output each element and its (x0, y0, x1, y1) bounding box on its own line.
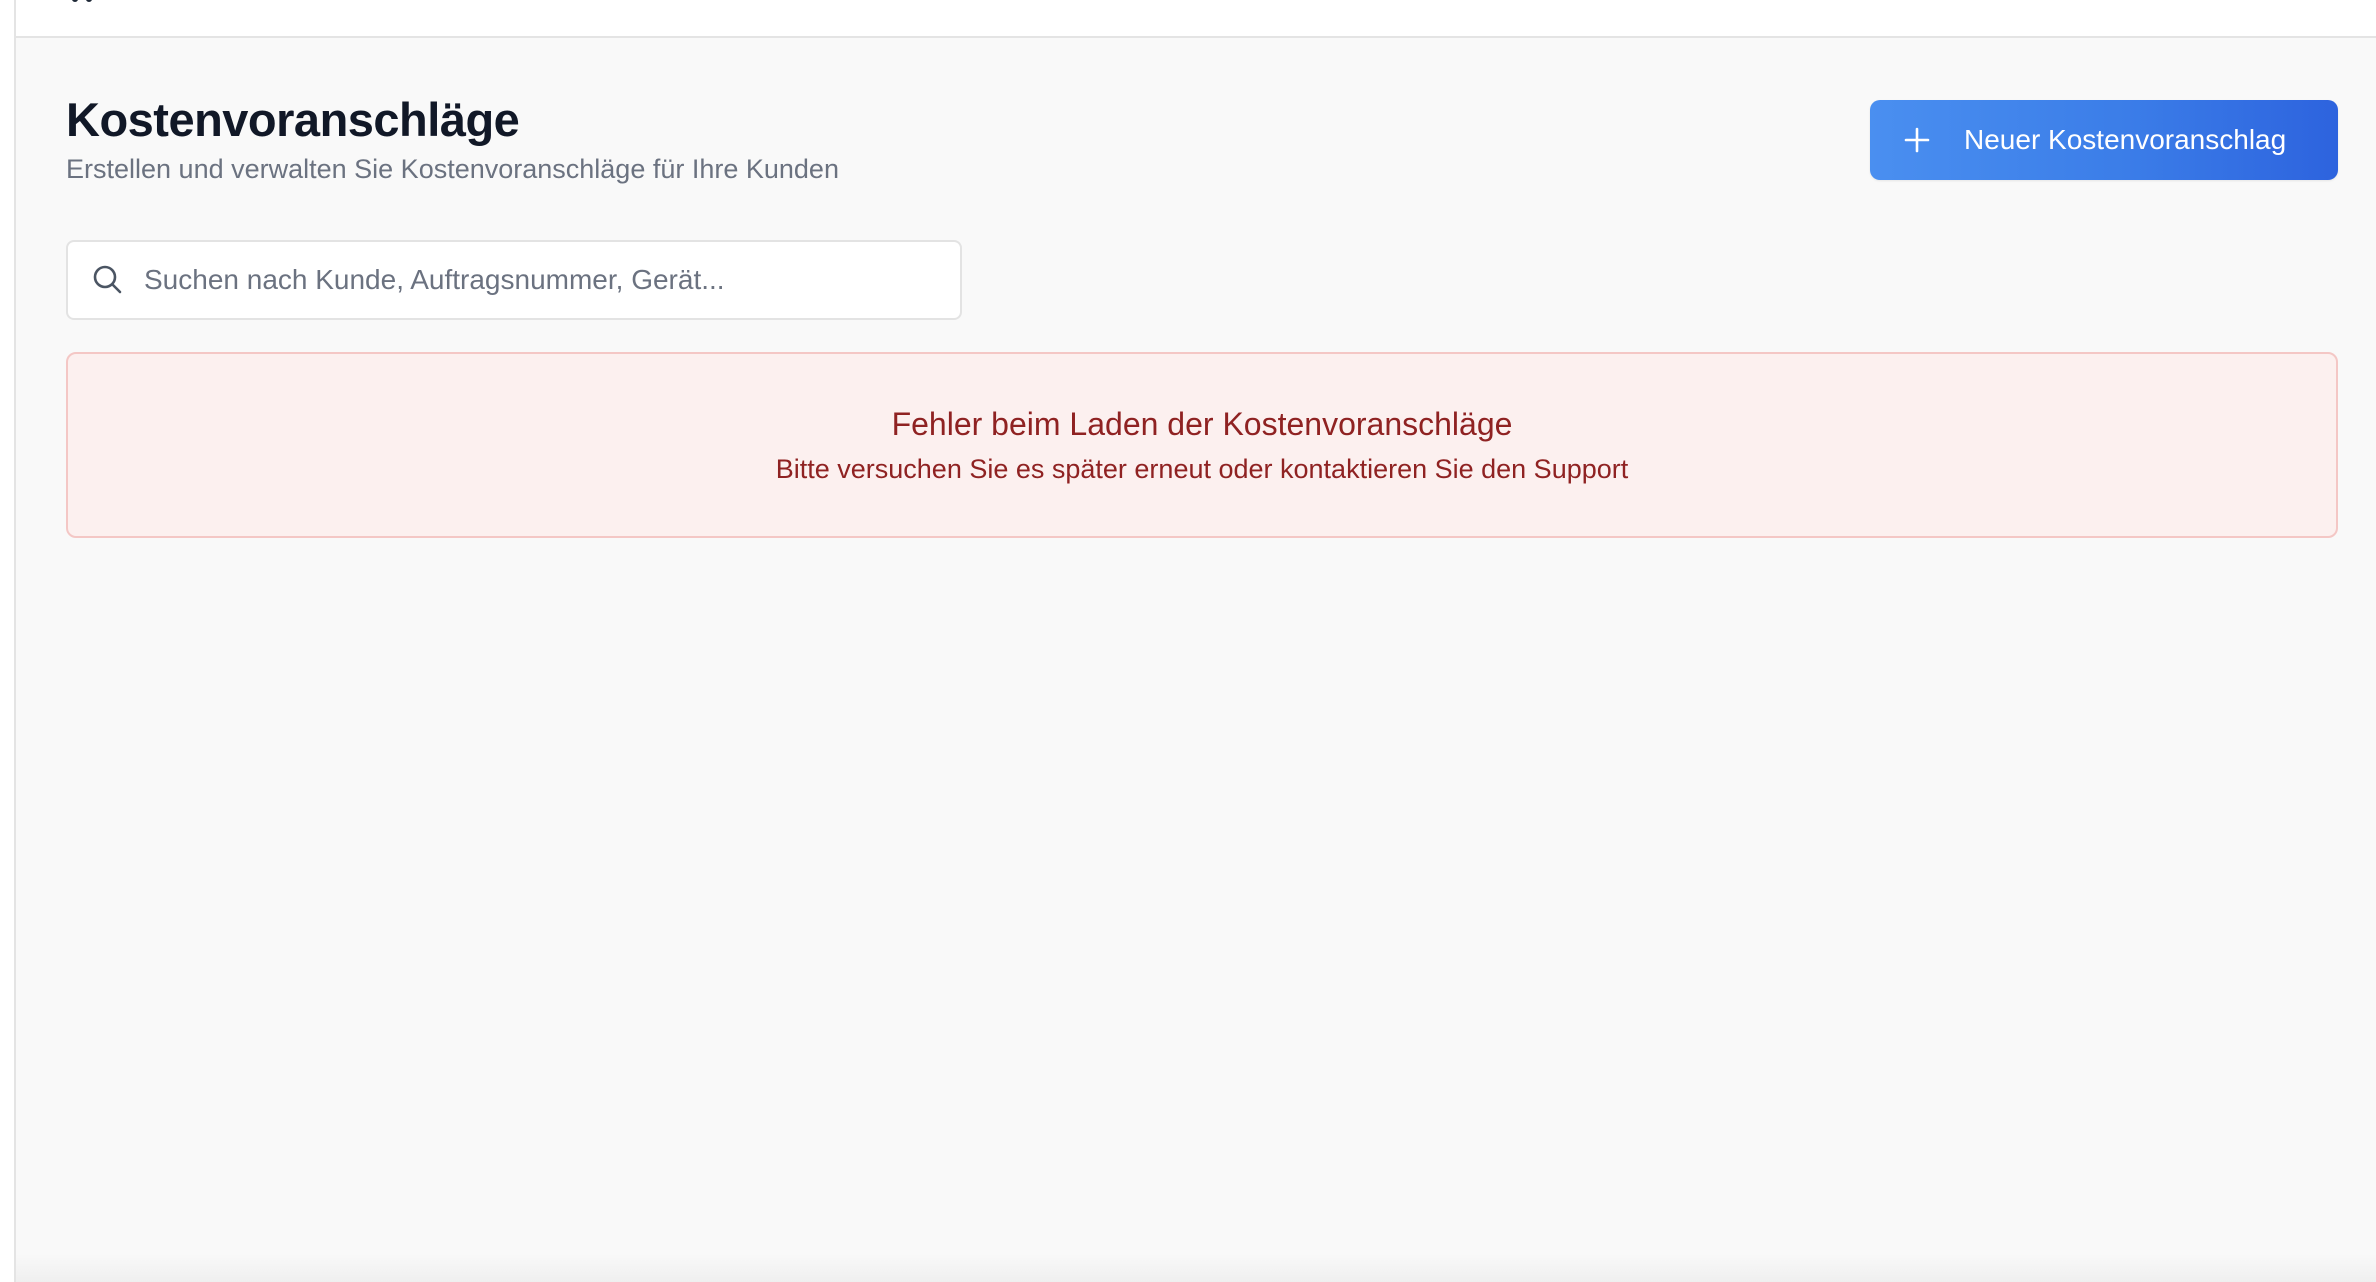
new-estimate-label: Neuer Kostenvoranschlag (1964, 124, 2287, 155)
error-panel: Fehler beim Laden der Kostenvoranschläge… (66, 352, 2338, 538)
app-root: Kostenvoranschläge Erstellen und verwalt… (0, 0, 2376, 1282)
plus-icon (1900, 123, 1934, 157)
search-icon (93, 265, 122, 294)
search-field[interactable] (66, 240, 962, 320)
logo-fragment-icon (72, 0, 92, 2)
new-estimate-button[interactable]: Neuer Kostenvoranschlag (1870, 100, 2338, 180)
bottom-edge (16, 1254, 2376, 1282)
error-message: Bitte versuchen Sie es später erneut ode… (775, 454, 1629, 484)
top-navigation-bar (16, 0, 2376, 38)
page-title: Kostenvoranschläge (66, 93, 520, 146)
page-subtitle: Erstellen und verwalten Sie Kostenvorans… (66, 154, 839, 184)
sidebar-edge (0, 0, 16, 1282)
search-input[interactable] (140, 242, 940, 318)
error-title: Fehler beim Laden der Kostenvoranschläge (891, 406, 1513, 442)
